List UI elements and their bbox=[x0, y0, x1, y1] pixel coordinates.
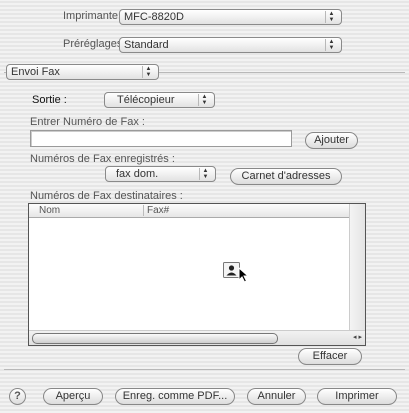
save-pdf-button[interactable]: Enreg. comme PDF... bbox=[115, 388, 235, 405]
printer-label: Imprimante : bbox=[63, 10, 125, 22]
column-header-name[interactable]: Nom bbox=[39, 204, 60, 217]
column-header-fax[interactable]: Fax# bbox=[147, 204, 169, 217]
printer-value: MFC-8820D bbox=[124, 11, 184, 23]
scroll-arrows-icon[interactable]: ◂ ▸ bbox=[332, 332, 362, 343]
table-header: Nom Fax# bbox=[29, 204, 349, 218]
scroll-thumb[interactable] bbox=[32, 333, 278, 344]
presets-popup[interactable]: Standard ▲ ▼ bbox=[119, 37, 342, 53]
fax-number-input[interactable] bbox=[30, 130, 292, 147]
popup-arrows-icon: ▲ ▼ bbox=[198, 94, 210, 106]
footer-separator bbox=[4, 369, 405, 370]
cancel-button[interactable]: Annuler bbox=[247, 388, 306, 405]
popup-arrows-icon: ▲ ▼ bbox=[325, 39, 337, 51]
popup-arrows-icon: ▲ ▼ bbox=[199, 168, 211, 180]
add-button[interactable]: Ajouter bbox=[305, 132, 358, 149]
section-value: Envoi Fax bbox=[11, 66, 60, 78]
output-label: Sortie : bbox=[32, 94, 67, 106]
saved-numbers-label: Numéros de Fax enregistrés : bbox=[30, 153, 175, 165]
column-divider bbox=[143, 205, 144, 216]
popup-arrows-icon: ▲ ▼ bbox=[325, 11, 337, 23]
horizontal-scrollbar[interactable]: ◂ ▸ bbox=[29, 330, 365, 345]
fax-entry-label: Entrer Numéro de Fax : bbox=[30, 116, 145, 128]
erase-button[interactable]: Effacer bbox=[298, 348, 362, 365]
address-book-button[interactable]: Carnet d'adresses bbox=[230, 168, 342, 185]
popup-arrows-icon: ▲ ▼ bbox=[142, 66, 154, 78]
vertical-scrollbar[interactable] bbox=[349, 204, 365, 331]
saved-numbers-popup[interactable]: fax dom. ▲ ▼ bbox=[105, 166, 216, 182]
recipients-label: Numéros de Fax destinataires : bbox=[30, 190, 183, 202]
saved-numbers-value: fax dom. bbox=[116, 168, 159, 180]
preview-button[interactable]: Aperçu bbox=[43, 388, 103, 405]
printer-popup[interactable]: MFC-8820D ▲ ▼ bbox=[119, 9, 342, 25]
cursor-arrow-icon bbox=[238, 267, 250, 283]
presets-value: Standard bbox=[124, 39, 169, 51]
output-value: Télécopieur bbox=[117, 94, 175, 106]
print-button[interactable]: Imprimer bbox=[317, 388, 397, 405]
recipients-table[interactable]: Nom Fax# ◂ ▸ bbox=[28, 203, 366, 346]
section-popup[interactable]: Envoi Fax ▲ ▼ bbox=[6, 64, 159, 80]
help-icon[interactable]: ? bbox=[9, 388, 26, 405]
output-popup[interactable]: Télécopieur ▲ ▼ bbox=[104, 92, 215, 108]
